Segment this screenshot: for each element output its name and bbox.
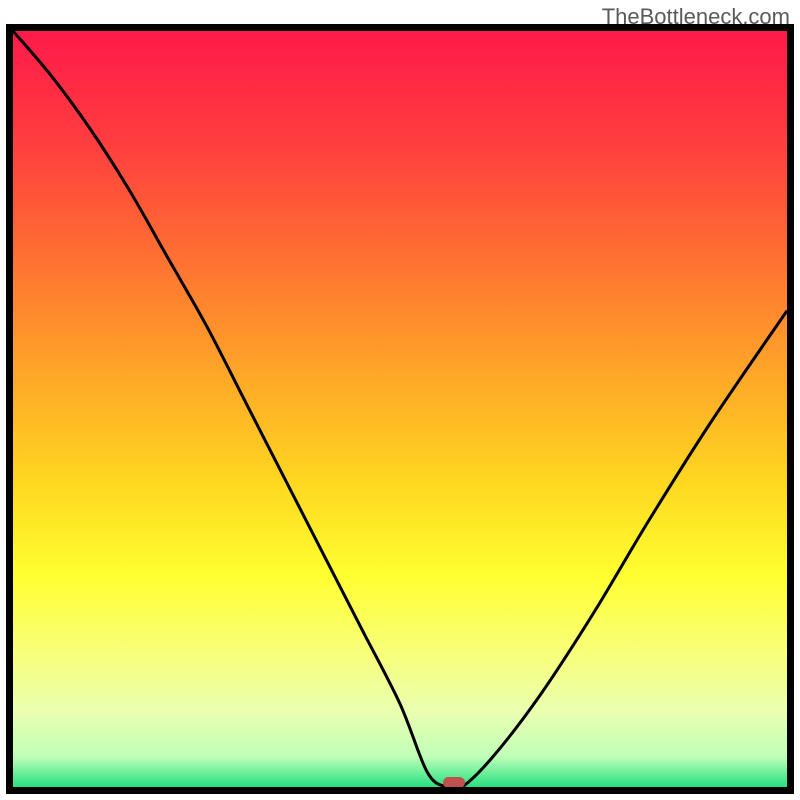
chart-plot-area [6, 24, 794, 794]
watermark-text: TheBottleneck.com [602, 4, 790, 30]
optimal-point-marker [443, 777, 465, 788]
curve-layer [13, 31, 787, 787]
bottleneck-curve [13, 31, 787, 787]
